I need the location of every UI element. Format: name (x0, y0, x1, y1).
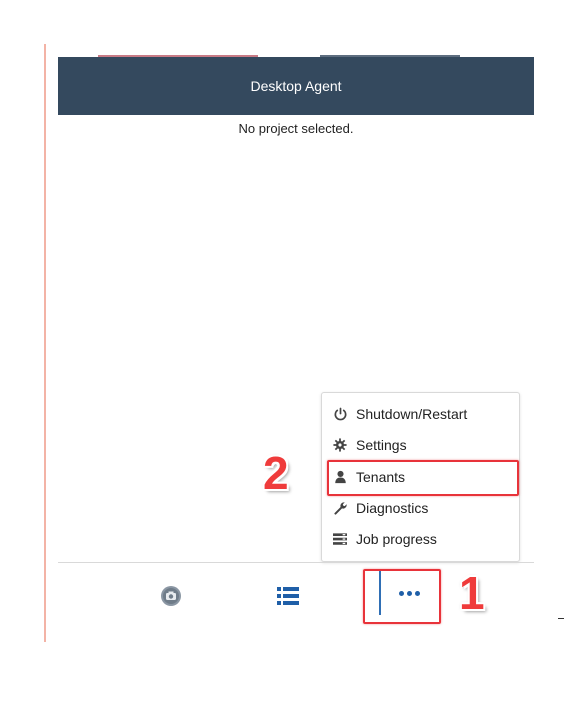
power-icon (332, 406, 348, 422)
menu-item-label: Settings (356, 437, 407, 453)
menu-item-diagnostics[interactable]: Diagnostics (332, 495, 428, 521)
more-options-button[interactable] (379, 571, 437, 615)
list-icon (277, 586, 299, 611)
menu-item-job-progress[interactable]: Job progress (332, 526, 437, 552)
menu-item-tenants[interactable]: Tenants (332, 464, 405, 490)
camera-button[interactable] (156, 583, 186, 613)
menu-item-label: Diagnostics (356, 500, 429, 516)
step-2-callout: 2 (263, 447, 289, 499)
menu-item-label: Tenants (356, 469, 406, 485)
camera-icon (160, 585, 182, 612)
user-icon (332, 469, 348, 485)
page-left-border (44, 44, 46, 642)
menu-item-label: Job progress (356, 531, 437, 547)
edge-mark (558, 618, 564, 619)
list-view-button[interactable] (273, 583, 303, 613)
menu-item-shutdown-restart[interactable]: Shutdown/Restart (332, 401, 467, 427)
menu-item-settings[interactable]: Settings (332, 432, 407, 458)
gear-icon (332, 437, 348, 453)
project-status-text: No project selected. (238, 121, 354, 136)
list-progress-icon (332, 531, 348, 547)
step-1-callout: 1 (459, 567, 485, 619)
header-title: Desktop Agent (250, 78, 342, 94)
more-options-menu: Shutdown/Restart Settings Tenants Diagno… (321, 392, 520, 562)
more-dots-icon (398, 590, 420, 596)
toolbar-divider (58, 562, 534, 563)
app-header: Desktop Agent (58, 57, 534, 115)
wrench-icon (332, 500, 348, 516)
menu-item-label: Shutdown/Restart (356, 406, 468, 422)
